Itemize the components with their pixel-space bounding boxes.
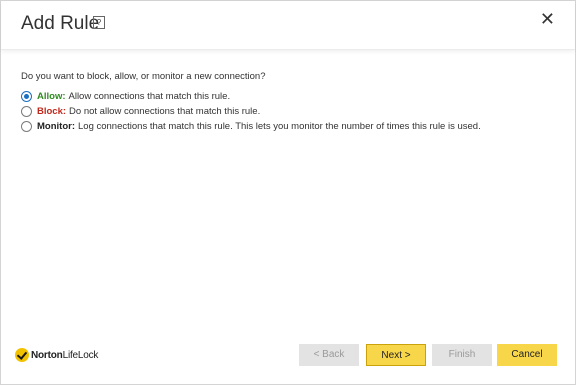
- dialog-footer: NortonLifeLock < Back Next > Finish Canc…: [1, 338, 575, 384]
- logo-text: NortonLifeLock: [31, 349, 99, 361]
- dialog-header: Add Rule ? ✕: [1, 1, 575, 50]
- option-allow-description: Allow connections that match this rule.: [68, 91, 231, 102]
- next-button[interactable]: Next >: [366, 344, 426, 366]
- finish-button[interactable]: Finish: [432, 344, 492, 366]
- help-icon[interactable]: ?: [93, 16, 105, 29]
- add-rule-dialog: Add Rule ? ✕ Do you want to block, allow…: [0, 0, 576, 385]
- radio-block[interactable]: [21, 106, 32, 117]
- back-button[interactable]: < Back: [299, 344, 359, 366]
- option-block-description: Do not allow connections that match this…: [69, 106, 261, 117]
- option-allow-name: Allow:: [37, 91, 66, 102]
- option-monitor-name: Monitor:: [37, 121, 75, 132]
- radio-allow[interactable]: [21, 91, 32, 102]
- cancel-button[interactable]: Cancel: [497, 344, 557, 366]
- dialog-title: Add Rule: [21, 13, 100, 34]
- close-button[interactable]: ✕: [540, 10, 555, 28]
- radio-monitor[interactable]: [21, 121, 32, 132]
- option-monitor-description: Log connections that match this rule. Th…: [78, 121, 481, 132]
- option-allow[interactable]: Allow: Allow connections that match this…: [21, 89, 481, 104]
- option-block-name: Block:: [37, 106, 67, 117]
- option-block[interactable]: Block: Do not allow connections that mat…: [21, 104, 481, 119]
- checkmark-logo-icon: [15, 348, 29, 362]
- nortonlifelock-logo: NortonLifeLock: [15, 348, 98, 362]
- question-text: Do you want to block, allow, or monitor …: [21, 71, 266, 82]
- option-monitor[interactable]: Monitor: Log connections that match this…: [21, 119, 481, 134]
- connection-options: Allow: Allow connections that match this…: [21, 89, 481, 134]
